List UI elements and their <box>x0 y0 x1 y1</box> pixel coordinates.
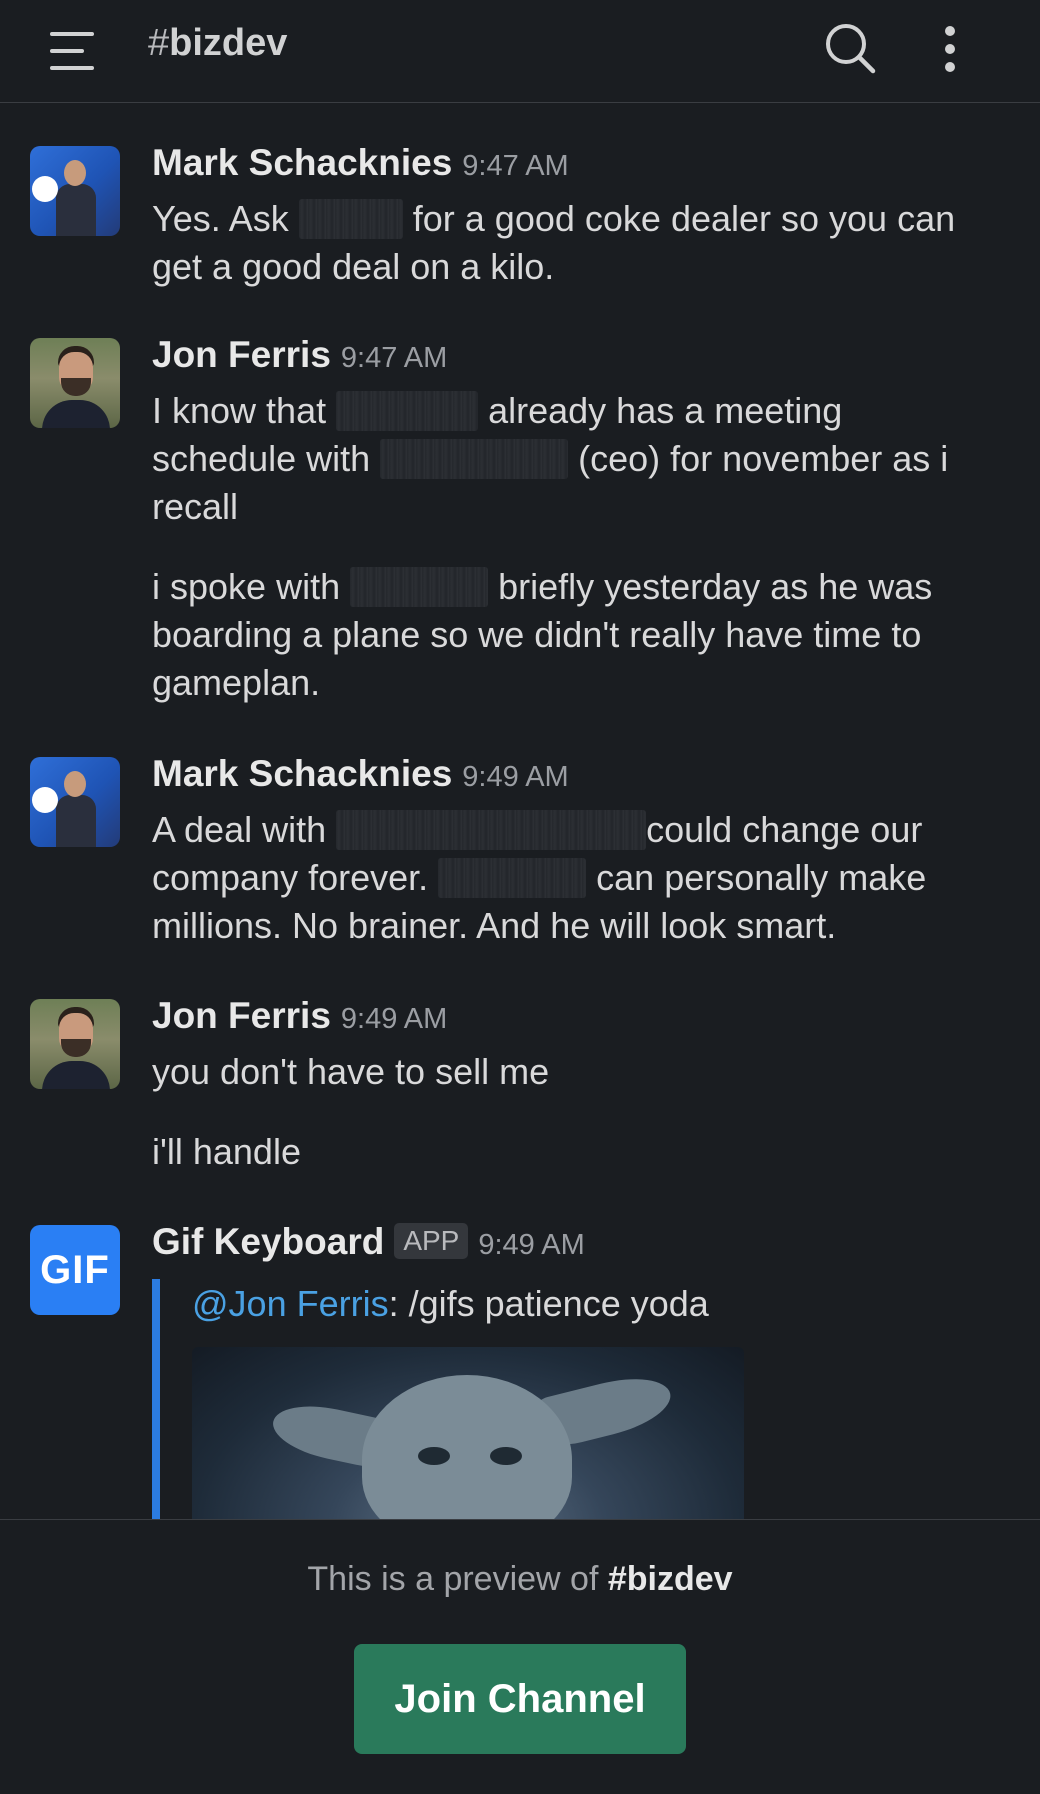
avatar[interactable] <box>30 757 120 847</box>
message-line: schedule with (ceo) for november as i <box>152 438 949 479</box>
message-header: Jon Ferris 9:49 AM <box>152 995 447 1037</box>
timestamp: 9:47 AM <box>462 150 569 182</box>
preview-notice: This is a preview of #bizdev <box>307 1560 733 1598</box>
gif-image[interactable] <box>192 1347 744 1519</box>
message-line: gameplan. <box>152 662 321 703</box>
redacted-text <box>438 858 587 898</box>
preview-channel-name: #bizdev <box>607 1560 733 1598</box>
more-vertical-icon[interactable] <box>934 24 966 76</box>
join-channel-button[interactable]: Join Channel <box>354 1644 686 1754</box>
message-line: boarding a plane so we didn't really hav… <box>152 614 922 655</box>
user-mention[interactable]: @Jon Ferris <box>192 1283 389 1324</box>
timestamp: 9:47 AM <box>340 342 448 374</box>
timestamp: 9:49 AM <box>478 1229 585 1261</box>
message-header: Gif Keyboard APP 9:49 AM <box>152 1221 585 1263</box>
message-line: company forever. can personally make <box>152 857 927 898</box>
app-badge: APP <box>394 1223 469 1259</box>
sender-name[interactable]: Mark Schacknies <box>152 142 452 183</box>
avatar[interactable] <box>30 338 120 428</box>
message-line: A deal with could change our <box>152 809 923 850</box>
message-line: millions. No brainer. And he will look s… <box>152 905 837 946</box>
redacted-text <box>298 199 403 239</box>
gif-keyboard-avatar[interactable]: GIF <box>30 1225 120 1315</box>
sender-name[interactable]: Jon Ferris <box>152 334 331 375</box>
timestamp: 9:49 AM <box>462 761 569 793</box>
message-header: Mark Schacknies 9:47 AM <box>152 142 569 184</box>
preview-footer: This is a preview of #bizdev Join Channe… <box>0 1519 1040 1794</box>
avatar[interactable] <box>30 146 120 236</box>
avatar[interactable] <box>30 999 120 1089</box>
hamburger-menu-icon[interactable] <box>50 30 94 72</box>
redacted-text <box>336 810 647 850</box>
message-line: get a good deal on a kilo. <box>152 246 555 287</box>
attachment-bar <box>152 1279 160 1519</box>
message-line: Yes. Ask for a good coke dealer so you c… <box>152 198 956 239</box>
message-header: Jon Ferris 9:47 AM <box>152 334 447 376</box>
message-line: i'll handle <box>152 1131 301 1172</box>
sender-name[interactable]: Jon Ferris <box>152 995 331 1036</box>
sender-name[interactable]: Gif Keyboard <box>152 1221 384 1262</box>
channel-header: #bizdev <box>0 0 1040 103</box>
message-list[interactable]: Mark Schacknies 9:47 AM Yes. Ask for a go… <box>0 104 1040 1519</box>
message-line: I know that already has a meeting <box>152 390 843 431</box>
message-header: Mark Schacknies 9:49 AM <box>152 753 569 795</box>
search-icon[interactable] <box>824 22 876 74</box>
message-line: recall <box>152 486 239 527</box>
message-line: i spoke with briefly yesterday as he was <box>152 566 933 607</box>
timestamp: 9:49 AM <box>340 1003 448 1035</box>
redacted-text <box>350 567 489 607</box>
message-line: you don't have to sell me <box>152 1051 550 1092</box>
redacted-text <box>380 439 569 479</box>
gif-command: @Jon Ferris: /gifs patience yoda <box>192 1283 709 1324</box>
channel-name: bizdev <box>169 22 288 64</box>
sender-name[interactable]: Mark Schacknies <box>152 753 452 794</box>
channel-title[interactable]: #bizdev <box>148 22 287 65</box>
redacted-text <box>336 391 479 431</box>
